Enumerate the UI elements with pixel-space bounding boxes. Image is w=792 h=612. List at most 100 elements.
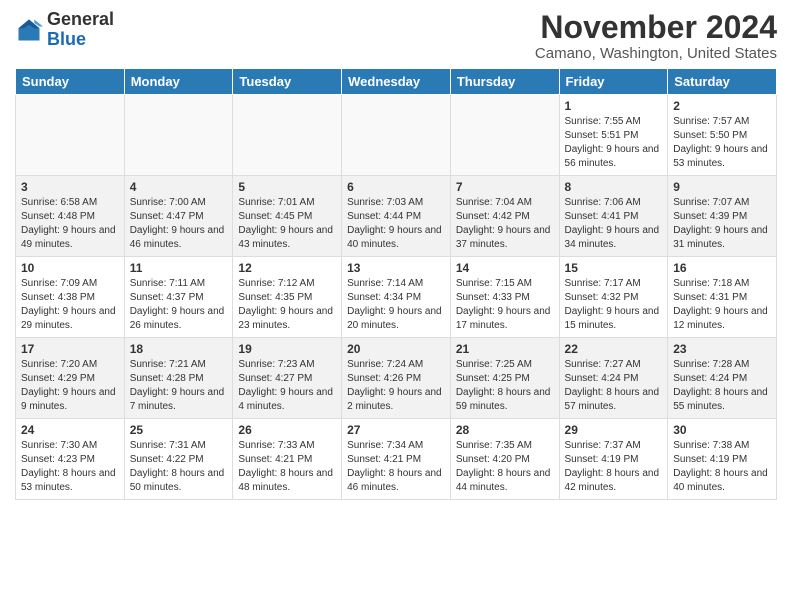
day-info: Sunrise: 7:06 AMSunset: 4:41 PMDaylight:…: [565, 196, 663, 252]
day-info: Sunrise: 7:27 AMSunset: 4:24 PMDaylight:…: [565, 358, 663, 414]
day-info: Sunrise: 7:25 AMSunset: 4:25 PMDaylight:…: [456, 358, 554, 414]
day-number: 4: [130, 180, 228, 194]
day-info: Sunrise: 7:30 AMSunset: 4:23 PMDaylight:…: [21, 439, 119, 495]
day-info: Sunrise: 7:33 AMSunset: 4:21 PMDaylight:…: [238, 439, 336, 495]
day-info: Sunrise: 7:18 AMSunset: 4:31 PMDaylight:…: [673, 277, 771, 333]
table-row: 1 Sunrise: 7:55 AMSunset: 5:51 PMDaylight…: [559, 95, 668, 176]
day-number: 12: [238, 261, 336, 275]
table-row: 12 Sunrise: 7:12 AMSunset: 4:35 PMDayligh…: [233, 257, 342, 338]
day-info: Sunrise: 7:11 AMSunset: 4:37 PMDaylight:…: [130, 277, 228, 333]
table-row: 23 Sunrise: 7:28 AMSunset: 4:24 PMDayligh…: [668, 338, 777, 419]
day-info: Sunrise: 7:57 AMSunset: 5:50 PMDaylight:…: [673, 115, 771, 171]
col-monday: Monday: [124, 69, 233, 95]
table-row: [124, 95, 233, 176]
day-info: Sunrise: 7:04 AMSunset: 4:42 PMDaylight:…: [456, 196, 554, 252]
col-thursday: Thursday: [450, 69, 559, 95]
table-row: 22 Sunrise: 7:27 AMSunset: 4:24 PMDayligh…: [559, 338, 668, 419]
calendar: Sunday Monday Tuesday Wednesday Thursday…: [15, 68, 777, 500]
day-number: 7: [456, 180, 554, 194]
day-number: 3: [21, 180, 119, 194]
day-info: Sunrise: 7:17 AMSunset: 4:32 PMDaylight:…: [565, 277, 663, 333]
day-info: Sunrise: 7:38 AMSunset: 4:19 PMDaylight:…: [673, 439, 771, 495]
calendar-week-row: 24 Sunrise: 7:30 AMSunset: 4:23 PMDayligh…: [16, 419, 777, 500]
table-row: 15Sunrise: 7:17 AMSunset: 4:32 PMDayligh…: [559, 257, 668, 338]
day-number: 25: [130, 423, 228, 437]
day-number: 2: [673, 99, 771, 113]
day-info: Sunrise: 7:09 AMSunset: 4:38 PMDaylight:…: [21, 277, 119, 333]
day-number: 10: [21, 261, 119, 275]
col-sunday: Sunday: [16, 69, 125, 95]
logo-general: General: [47, 9, 114, 29]
day-number: 14: [456, 261, 554, 275]
table-row: 5 Sunrise: 7:01 AMSunset: 4:45 PMDaylight…: [233, 176, 342, 257]
day-number: 5: [238, 180, 336, 194]
day-info: Sunrise: 7:15 AMSunset: 4:33 PMDaylight:…: [456, 277, 554, 333]
table-row: [342, 95, 451, 176]
day-number: 20: [347, 342, 445, 356]
table-row: 6 Sunrise: 7:03 AMSunset: 4:44 PMDaylight…: [342, 176, 451, 257]
logo-icon: [15, 16, 43, 44]
col-friday: Friday: [559, 69, 668, 95]
day-number: 22: [565, 342, 663, 356]
table-row: 20Sunrise: 7:24 AMSunset: 4:26 PMDayligh…: [342, 338, 451, 419]
table-row: 29Sunrise: 7:37 AMSunset: 4:19 PMDayligh…: [559, 419, 668, 500]
location: Camano, Washington, United States: [535, 45, 777, 62]
table-row: 21 Sunrise: 7:25 AMSunset: 4:25 PMDayligh…: [450, 338, 559, 419]
day-number: 27: [347, 423, 445, 437]
col-tuesday: Tuesday: [233, 69, 342, 95]
table-row: 30 Sunrise: 7:38 AMSunset: 4:19 PMDayligh…: [668, 419, 777, 500]
table-row: 17 Sunrise: 7:20 AMSunset: 4:29 PMDayligh…: [16, 338, 125, 419]
calendar-week-row: 17 Sunrise: 7:20 AMSunset: 4:29 PMDayligh…: [16, 338, 777, 419]
table-row: 18 Sunrise: 7:21 AMSunset: 4:28 PMDayligh…: [124, 338, 233, 419]
table-row: 4Sunrise: 7:00 AMSunset: 4:47 PMDaylight…: [124, 176, 233, 257]
col-saturday: Saturday: [668, 69, 777, 95]
day-number: 18: [130, 342, 228, 356]
table-row: 25 Sunrise: 7:31 AMSunset: 4:22 PMDayligh…: [124, 419, 233, 500]
logo-text: General Blue: [47, 10, 114, 50]
day-number: 9: [673, 180, 771, 194]
table-row: 11Sunrise: 7:11 AMSunset: 4:37 PMDayligh…: [124, 257, 233, 338]
header-row: Sunday Monday Tuesday Wednesday Thursday…: [16, 69, 777, 95]
day-info: Sunrise: 7:28 AMSunset: 4:24 PMDaylight:…: [673, 358, 771, 414]
day-number: 13: [347, 261, 445, 275]
day-number: 30: [673, 423, 771, 437]
day-info: Sunrise: 7:31 AMSunset: 4:22 PMDaylight:…: [130, 439, 228, 495]
day-number: 26: [238, 423, 336, 437]
day-number: 23: [673, 342, 771, 356]
day-number: 19: [238, 342, 336, 356]
table-row: 3 Sunrise: 6:58 AMSunset: 4:48 PMDaylight…: [16, 176, 125, 257]
table-row: 28Sunrise: 7:35 AMSunset: 4:20 PMDayligh…: [450, 419, 559, 500]
day-number: 17: [21, 342, 119, 356]
table-row: 14 Sunrise: 7:15 AMSunset: 4:33 PMDayligh…: [450, 257, 559, 338]
col-wednesday: Wednesday: [342, 69, 451, 95]
table-row: 10 Sunrise: 7:09 AMSunset: 4:38 PMDayligh…: [16, 257, 125, 338]
day-number: 1: [565, 99, 663, 113]
month-title: November 2024: [535, 10, 777, 45]
day-info: Sunrise: 7:34 AMSunset: 4:21 PMDaylight:…: [347, 439, 445, 495]
day-number: 8: [565, 180, 663, 194]
table-row: 9Sunrise: 7:07 AMSunset: 4:39 PMDaylight…: [668, 176, 777, 257]
table-row: 13Sunrise: 7:14 AMSunset: 4:34 PMDayligh…: [342, 257, 451, 338]
day-info: Sunrise: 7:03 AMSunset: 4:44 PMDaylight:…: [347, 196, 445, 252]
day-info: Sunrise: 7:12 AMSunset: 4:35 PMDaylight:…: [238, 277, 336, 333]
day-number: 6: [347, 180, 445, 194]
day-info: Sunrise: 7:20 AMSunset: 4:29 PMDaylight:…: [21, 358, 119, 414]
day-info: Sunrise: 7:37 AMSunset: 4:19 PMDaylight:…: [565, 439, 663, 495]
day-info: Sunrise: 7:01 AMSunset: 4:45 PMDaylight:…: [238, 196, 336, 252]
calendar-body: 1 Sunrise: 7:55 AMSunset: 5:51 PMDaylight…: [16, 95, 777, 500]
day-number: 24: [21, 423, 119, 437]
day-info: Sunrise: 7:21 AMSunset: 4:28 PMDaylight:…: [130, 358, 228, 414]
table-row: 24 Sunrise: 7:30 AMSunset: 4:23 PMDayligh…: [16, 419, 125, 500]
table-row: 27 Sunrise: 7:34 AMSunset: 4:21 PMDayligh…: [342, 419, 451, 500]
day-info: Sunrise: 6:58 AMSunset: 4:48 PMDaylight:…: [21, 196, 119, 252]
table-row: [450, 95, 559, 176]
table-row: 26 Sunrise: 7:33 AMSunset: 4:21 PMDayligh…: [233, 419, 342, 500]
day-number: 28: [456, 423, 554, 437]
table-row: 19Sunrise: 7:23 AMSunset: 4:27 PMDayligh…: [233, 338, 342, 419]
logo-blue: Blue: [47, 29, 86, 49]
day-number: 16: [673, 261, 771, 275]
day-info: Sunrise: 7:55 AMSunset: 5:51 PMDaylight:…: [565, 115, 663, 171]
calendar-week-row: 10 Sunrise: 7:09 AMSunset: 4:38 PMDayligh…: [16, 257, 777, 338]
day-number: 21: [456, 342, 554, 356]
calendar-week-row: 3 Sunrise: 6:58 AMSunset: 4:48 PMDaylight…: [16, 176, 777, 257]
